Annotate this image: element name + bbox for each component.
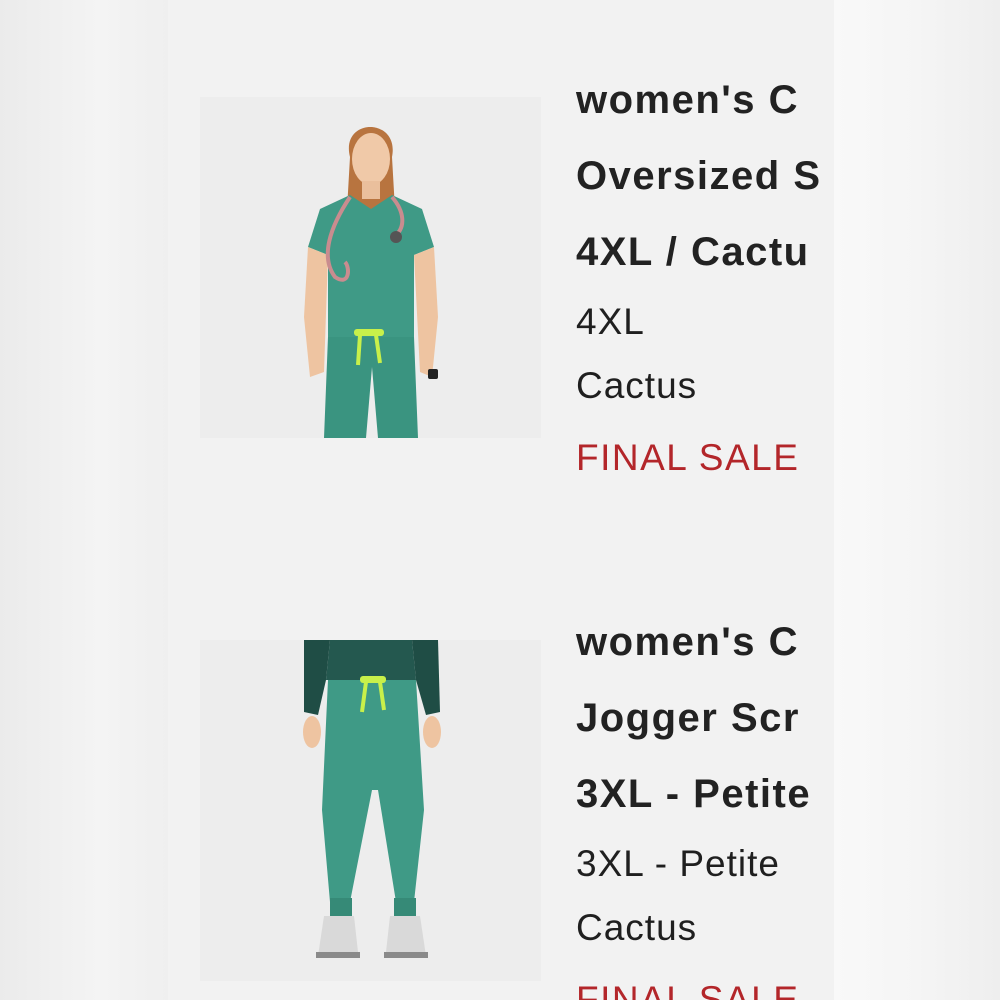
final-sale-badge: FINAL SALE [576,437,800,478]
cart-item[interactable]: women's C Oversized S 4XL / Cactu 4XL Ca… [168,0,834,540]
product-title-line[interactable]: Jogger Scr [576,680,834,756]
cart-item-list: women's C Oversized S 4XL / Cactu 4XL Ca… [168,0,834,1000]
product-color: Cactus [576,907,698,948]
final-sale-badge: FINAL SALE [576,979,800,1000]
cart-item[interactable]: women's C Jogger Scr 3XL - Petite 3XL - … [168,540,834,1000]
product-variant-line: 3XL - Petite [576,772,812,816]
screenshot-stage: women's C Oversized S 4XL / Cactu 4XL Ca… [0,0,1000,1000]
product-title-line[interactable]: women's C [576,604,834,680]
product-image-scrub-jogger[interactable] [200,640,541,981]
blurred-backdrop-right [834,0,1000,1000]
product-size: 4XL [576,301,645,342]
product-size: 3XL - Petite [576,843,780,884]
product-title-line[interactable]: women's C [576,62,834,138]
product-color: Cactus [576,365,698,406]
cart-item-details: women's C Jogger Scr 3XL - Petite 3XL - … [576,604,834,1000]
cart-item-details: women's C Oversized S 4XL / Cactu 4XL Ca… [576,62,834,490]
blurred-backdrop-left [0,0,168,1000]
scrub-jogger-model-photo [200,640,541,981]
product-image-scrub-top[interactable] [200,97,541,438]
product-title-line[interactable]: Oversized S [576,138,834,214]
scrub-top-model-photo [200,97,541,438]
product-variant-line: 4XL / Cactu [576,230,810,274]
